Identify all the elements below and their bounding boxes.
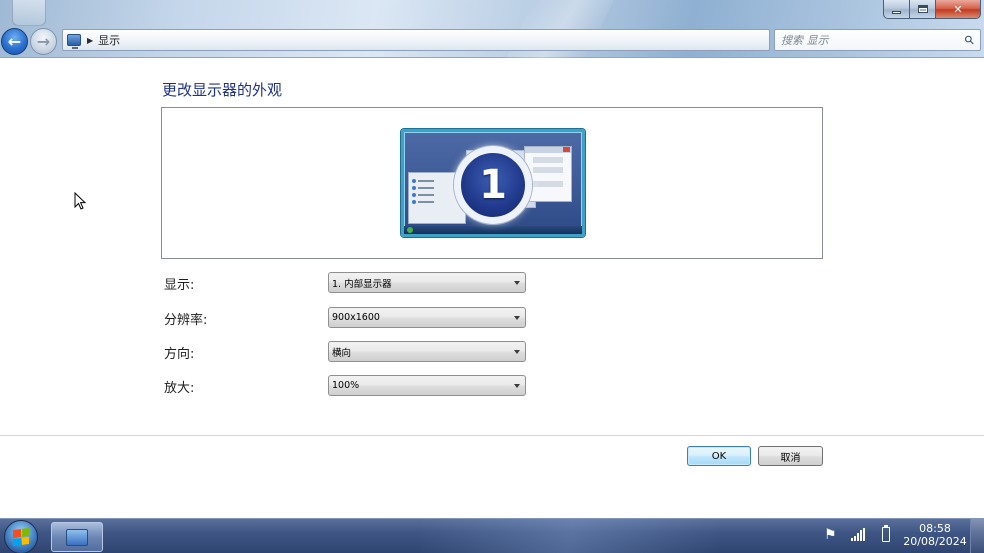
preview-line: [418, 194, 434, 196]
display-select[interactable]: 1. 内部显示器: [328, 272, 526, 293]
resolution-select[interactable]: 900x1600: [328, 307, 526, 328]
display-preview-panel: 1: [161, 107, 823, 259]
arrow-left-icon: ←: [7, 32, 22, 51]
preview-window-right: [524, 146, 572, 202]
chevron-down-icon: [514, 349, 520, 354]
start-button[interactable]: [4, 520, 38, 553]
preview-start-icon: [407, 227, 413, 233]
preview-line: [418, 201, 434, 203]
search-box[interactable]: 搜索 显示 ⚲: [774, 29, 981, 51]
close-icon: ✕: [953, 2, 963, 16]
maximize-icon: [917, 5, 928, 13]
clock-date: 20/08/2024: [903, 535, 967, 548]
show-desktop-button[interactable]: [970, 519, 984, 553]
recycle-bin-icon: [12, 0, 46, 26]
maximize-button[interactable]: [910, 0, 936, 19]
breadcrumb-display[interactable]: 显示: [98, 32, 120, 48]
address-bar[interactable]: ▶ 显示: [62, 29, 770, 51]
search-icon[interactable]: ⚲: [962, 32, 978, 48]
preview-block: [533, 181, 563, 187]
display-control-panel-icon: [67, 34, 81, 49]
monitor-1-preview[interactable]: 1: [401, 129, 585, 237]
cancel-button[interactable]: 取消: [758, 446, 823, 466]
forward-button[interactable]: →: [30, 28, 57, 55]
signal-strength-icon[interactable]: [851, 528, 869, 541]
taskbar-clock[interactable]: 08:58 20/08/2024: [900, 522, 970, 548]
close-button[interactable]: ✕: [936, 0, 981, 19]
window-titlebar: ✕ ← → ▶ 显示 搜索 显示 ⚲: [0, 0, 984, 58]
preview-dot: [412, 179, 416, 183]
windows-start-icon: [13, 527, 29, 547]
minimize-icon: [892, 10, 901, 14]
footer-divider: [0, 435, 984, 436]
orientation-label: 方向:: [164, 347, 195, 362]
monitor-number-badge: 1: [454, 146, 532, 224]
taskbar-glow: [420, 519, 720, 553]
orientation-select[interactable]: 横向: [328, 341, 526, 362]
preview-dot: [412, 186, 416, 190]
preview-line: [418, 180, 434, 182]
ok-button[interactable]: OK: [687, 446, 751, 466]
scale-label: 放大:: [164, 381, 195, 396]
preview-dot: [412, 200, 416, 204]
search-input[interactable]: 搜索 显示: [781, 32, 829, 48]
window-controls: ✕: [883, 0, 981, 19]
preview-close-icon: [563, 147, 570, 152]
chevron-down-icon: [514, 315, 520, 320]
clock-time: 08:58: [919, 522, 951, 535]
display-select-value: 1. 内部显示器: [332, 278, 392, 290]
scale-select-value: 100%: [332, 380, 360, 391]
arrow-right-icon: →: [36, 32, 51, 51]
taskbar-display-app[interactable]: [51, 522, 103, 552]
chevron-down-icon: [514, 280, 520, 285]
mouse-cursor-icon: [74, 192, 87, 210]
resolution-label: 分辨率:: [164, 313, 208, 328]
preview-block: [533, 157, 563, 163]
display-label: 显示:: [164, 278, 195, 293]
minimize-button[interactable]: [883, 0, 910, 19]
preview-line: [418, 187, 434, 189]
orientation-select-value: 横向: [332, 347, 352, 359]
breadcrumb-arrow-icon[interactable]: ▶: [87, 36, 93, 45]
preview-dot: [412, 193, 416, 197]
monitor-number: 1: [479, 162, 507, 208]
page-title: 更改显示器的外观: [162, 81, 283, 99]
chevron-down-icon: [514, 383, 520, 388]
resolution-select-value: 900x1600: [332, 312, 380, 323]
display-app-icon: [66, 528, 88, 546]
preview-taskbar: [404, 226, 582, 234]
scale-select[interactable]: 100%: [328, 375, 526, 396]
action-center-flag-icon[interactable]: ⚑: [824, 527, 837, 543]
preview-block: [533, 167, 563, 173]
back-button[interactable]: ←: [1, 28, 28, 55]
battery-icon[interactable]: [882, 525, 890, 542]
